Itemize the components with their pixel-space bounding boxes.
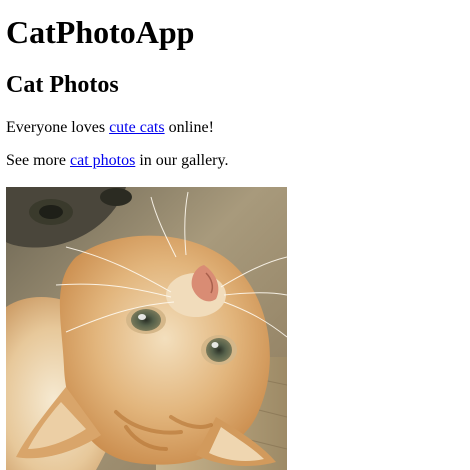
cat-photo — [6, 187, 287, 470]
intro-paragraph: Everyone loves cute cats online! — [6, 118, 214, 138]
app-title: CatPhotoApp — [6, 14, 195, 50]
gallery-paragraph: See more cat photos in our gallery. — [6, 151, 228, 171]
cat-photos-link[interactable]: cat photos — [70, 152, 135, 169]
gallery-text-before: See more — [6, 152, 70, 169]
intro-text-before: Everyone loves — [6, 119, 110, 136]
intro-text-after: online! — [164, 119, 214, 136]
section-heading: Cat Photos — [6, 72, 119, 98]
cute-cats-link[interactable]: cute cats — [109, 119, 165, 136]
gallery-text-after: in our gallery. — [135, 152, 229, 169]
